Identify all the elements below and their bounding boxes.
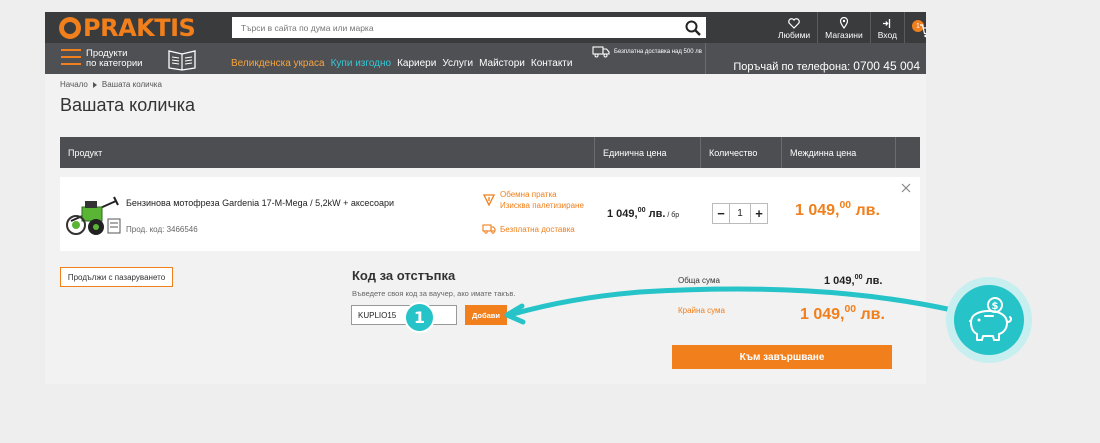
breadcrumb-home[interactable]: Начало <box>60 80 88 89</box>
phone-number: 0700 45 004 <box>853 59 920 73</box>
stores-label: Магазини <box>825 30 863 40</box>
discount-help-text: Въведете своя код за ваучер, ако имате т… <box>352 289 516 298</box>
quantity-stepper: − 1 + <box>712 203 768 224</box>
heart-icon <box>788 18 800 29</box>
nav-link-deals[interactable]: Купи изгодно <box>331 58 391 69</box>
praktis-logo[interactable]: PRAKTIS <box>59 14 196 42</box>
map-pin-icon <box>839 17 849 29</box>
discount-title: Код за отстъпка <box>352 268 456 283</box>
breadcrumb: Начало Вашата количка <box>60 80 162 89</box>
final-sum-value: 1 049,00 лв. <box>800 304 885 323</box>
nav-divider <box>705 43 706 74</box>
apply-discount-button[interactable]: Добави <box>465 305 507 325</box>
free-delivery-banner: Безплатна доставка над 500 лв <box>592 46 702 58</box>
stores-button[interactable]: Магазини <box>817 12 870 43</box>
remove-item-icon[interactable] <box>901 183 911 193</box>
search-input[interactable] <box>232 17 680 38</box>
subtotal-price: 1 049,00 лв. <box>795 200 880 219</box>
nav-link-services[interactable]: Услуги <box>442 58 473 69</box>
product-code: Прод. код: 3466546 <box>126 225 198 234</box>
phone-order[interactable]: Поръчай по телефона: 0700 45 004 <box>733 59 920 73</box>
cart-button[interactable]: 1 <box>903 12 926 43</box>
header-tools: Любими Магазини Вход 1 <box>771 12 926 43</box>
login-label: Вход <box>877 30 897 40</box>
bulky-shipment-note: Обемна пратка Изисква палетизиране <box>482 189 584 211</box>
top-bar: PRAKTIS Любими Магазини Вход 1 <box>45 12 926 43</box>
header-unit-price: Единична цена <box>594 137 700 168</box>
screenshot-frame: PRAKTIS Любими Магазини Вход 1 <box>45 12 926 384</box>
quantity-decrease-button[interactable]: − <box>713 204 729 223</box>
free-delivery-text: Безплатна доставка над 500 лв <box>614 49 702 55</box>
quantity-increase-button[interactable]: + <box>751 204 767 223</box>
favorites-label: Любими <box>778 30 811 40</box>
truck-icon <box>592 46 610 58</box>
search-bar <box>232 17 706 38</box>
menu-burger-icon[interactable] <box>61 49 81 66</box>
breadcrumb-current: Вашата количка <box>101 80 162 89</box>
login-button[interactable]: Вход <box>869 12 904 43</box>
pallet-icon <box>482 194 496 207</box>
piggy-bank-badge: $ <box>946 277 1032 363</box>
nav-link-contacts[interactable]: Контакти <box>531 58 573 69</box>
login-icon <box>883 19 891 28</box>
total-sum-label: Обща сума <box>678 276 720 285</box>
continue-shopping-button[interactable]: Продължи с пазаруването <box>60 267 173 287</box>
categories-menu-label[interactable]: Продукти по категории <box>86 49 146 69</box>
final-sum-label: Крайна сума <box>678 306 725 315</box>
free-delivery-note: Безплатна доставка <box>482 224 575 234</box>
logo-mark-icon <box>59 17 81 39</box>
cart-table-header: Продукт Единична цена Количество Междинн… <box>60 137 920 168</box>
search-button[interactable] <box>680 17 706 38</box>
quantity-value[interactable]: 1 <box>729 204 751 223</box>
delivery-truck-icon <box>482 224 496 234</box>
search-icon <box>685 20 701 36</box>
header-subtotal: Междинна цена <box>781 137 895 168</box>
free-delivery-note-text: Безплатна доставка <box>500 224 575 234</box>
product-name[interactable]: Бензинова мотофреза Gardenia 17-M-Mega /… <box>126 198 394 208</box>
brochure-icon[interactable] <box>167 47 197 71</box>
nav-link-easter[interactable]: Великденска украса <box>231 58 325 69</box>
piggy-bank-icon: $ <box>969 297 1012 341</box>
nav-bar: Продукти по категории Великденска украса… <box>45 43 926 74</box>
breadcrumb-arrow-icon <box>92 81 97 88</box>
phone-label: Поръчай по телефона: <box>733 61 851 73</box>
bulky-note-line-1: Обемна пратка <box>500 190 557 199</box>
nav-links: Великденска украса Купи изгодно Кариери … <box>231 58 578 69</box>
categories-line-2: по категории <box>86 58 143 69</box>
favorites-button[interactable]: Любими <box>771 12 817 43</box>
nav-link-careers[interactable]: Кариери <box>397 58 436 69</box>
header-product: Продукт <box>68 147 103 158</box>
unit-price: 1 049,00 лв. / бр <box>607 206 680 220</box>
cart-row: Бензинова мотофреза Gardenia 17-M-Mega /… <box>60 177 920 251</box>
page-title: Вашата количка <box>60 95 196 115</box>
cart-icon <box>919 24 926 38</box>
nav-link-craftsmen[interactable]: Майстори <box>479 58 525 69</box>
step-number-badge: 1 <box>404 302 435 333</box>
header-remove <box>895 137 920 168</box>
logo-text: PRAKTIS <box>83 14 196 42</box>
bulky-note-line-2: Изисква палетизиране <box>500 201 584 210</box>
total-sum-value: 1 049,00 лв. <box>824 273 883 287</box>
product-image[interactable] <box>66 187 122 239</box>
checkout-button[interactable]: Към завършване <box>672 345 892 369</box>
header-quantity: Количество <box>700 137 781 168</box>
